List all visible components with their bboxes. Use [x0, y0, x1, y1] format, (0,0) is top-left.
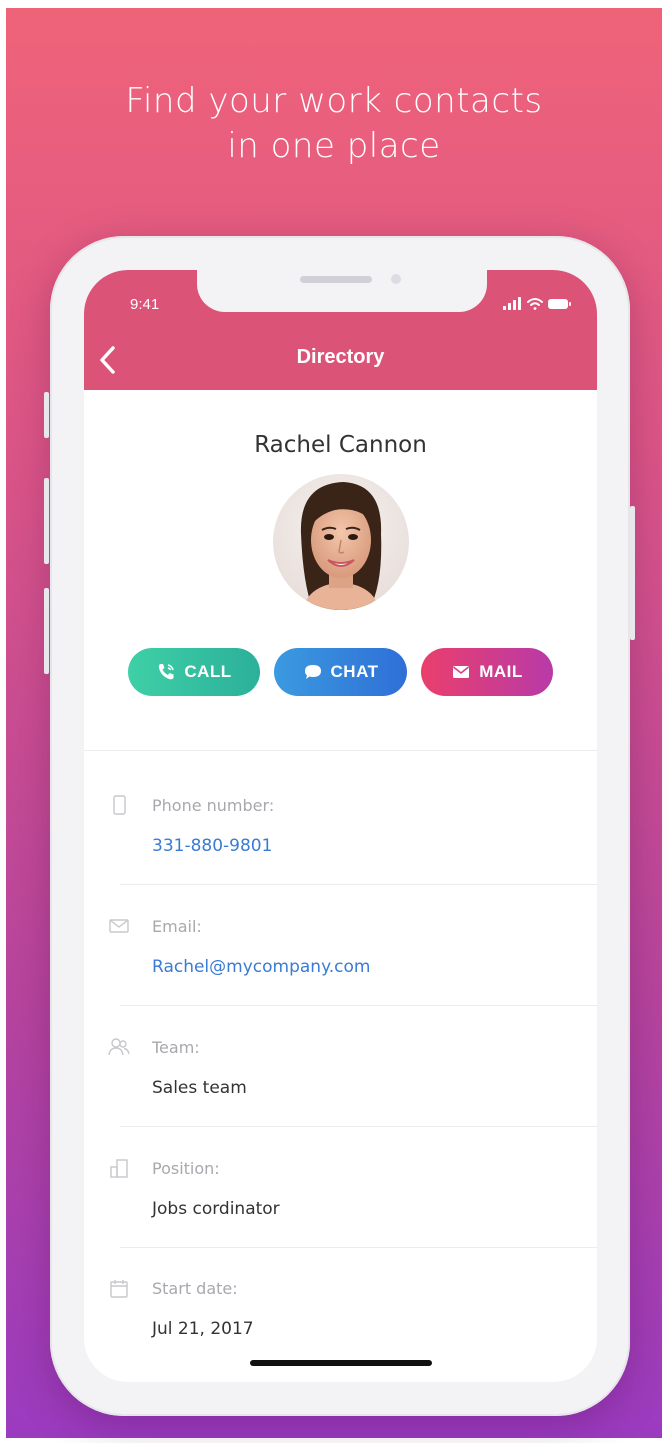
detail-label: Phone number:: [152, 796, 275, 815]
detail-value: Jobs cordinator: [152, 1199, 280, 1219]
phone-volume-up-button: [44, 478, 49, 564]
row-divider: [120, 1126, 597, 1127]
envelope-outline-icon: [109, 919, 129, 933]
page-title: Directory: [296, 346, 385, 368]
detail-value: Jul 21, 2017: [152, 1319, 254, 1339]
detail-label: Position:: [152, 1159, 220, 1178]
section-divider: [84, 750, 597, 751]
battery-icon: [548, 299, 571, 309]
phone-notch: [197, 270, 487, 312]
phone-screen: 9:41 Directory Rachel Cannon CALL CHAT M…: [84, 270, 597, 1382]
chat-bubble-icon: [304, 665, 321, 679]
email-link[interactable]: Rachel@mycompany.com: [152, 957, 370, 977]
status-icons: [503, 297, 573, 316]
detail-value: Sales team: [152, 1078, 247, 1098]
mail-button[interactable]: MAIL: [421, 648, 553, 696]
phone-speaker: [300, 276, 372, 283]
row-divider: [120, 884, 597, 885]
signal-icon: [503, 297, 521, 310]
mobile-phone-icon: [113, 795, 126, 815]
promo-headline-line2: in one place: [227, 126, 441, 166]
phone-power-button: [630, 506, 635, 640]
phone-icon: [159, 664, 175, 680]
call-button-label: CALL: [184, 662, 232, 681]
status-time: 9:41: [130, 296, 160, 313]
wifi-icon: [527, 298, 543, 310]
call-button[interactable]: CALL: [128, 648, 260, 696]
calendar-icon: [110, 1280, 128, 1298]
team-icon: [108, 1038, 130, 1056]
mail-button-label: MAIL: [479, 662, 523, 681]
phone-side-button: [44, 392, 49, 438]
contact-name: Rachel Cannon: [254, 432, 427, 458]
phone-volume-down-button: [44, 588, 49, 674]
phone-number-link[interactable]: 331-880-9801: [152, 836, 272, 856]
detail-label: Team:: [152, 1038, 200, 1057]
building-icon: [110, 1159, 128, 1178]
home-indicator[interactable]: [250, 1360, 432, 1366]
chat-button[interactable]: CHAT: [274, 648, 407, 696]
chat-button-label: CHAT: [330, 662, 379, 681]
row-divider: [120, 1247, 597, 1248]
promo-headline-line1: Find your work contacts: [125, 81, 543, 121]
detail-label: Start date:: [152, 1279, 238, 1298]
phone-camera: [391, 274, 401, 284]
row-divider: [120, 1005, 597, 1006]
avatar: [273, 474, 409, 610]
envelope-icon: [453, 666, 470, 678]
detail-label: Email:: [152, 917, 202, 936]
